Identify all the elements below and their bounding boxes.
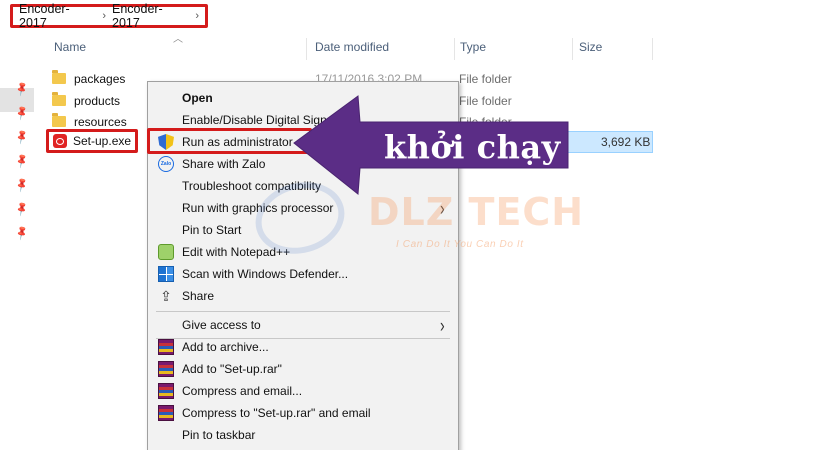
run-as-admin-highlight [147,128,312,154]
navigation-pane: 📌 📌 📌 📌 📌 📌 📌 [0,36,34,450]
file-row-setup-exe[interactable]: Set-up.exe [46,129,138,153]
menu-item-label: Enable/Disable Digital Sign [182,113,327,127]
folder-icon [52,113,66,127]
menu-item-label: Pin to taskbar [182,428,256,442]
menu-item-label: Compress and email... [182,384,303,398]
file-size: 3,692 KB [601,135,651,149]
winrar-icon [158,405,174,421]
file-name: resources [74,114,127,129]
column-header-type[interactable]: Type [460,40,486,60]
file-row[interactable]: products [52,90,120,111]
menu-item-share[interactable]: ⇪ Share [148,285,458,307]
file-type: File folder [459,94,512,108]
breadcrumb-item[interactable]: Encoder-2017 [19,2,96,30]
watermark-brand: DLZ TECH [368,190,585,234]
menu-item-windows-defender[interactable]: Scan with Windows Defender... [148,263,458,285]
menu-item-add-archive[interactable]: Add to archive... [148,336,458,358]
pin-icon[interactable]: 📌 [14,201,31,217]
chevron-right-icon: › [102,10,106,22]
winrar-icon [158,339,174,355]
share-icon: ⇪ [160,287,172,304]
breadcrumb: Encoder-2017 › Encoder-2017 › [10,2,208,30]
notepad-plus-plus-icon [158,244,174,260]
file-type: File folder [459,72,512,86]
file-name: products [74,93,121,108]
menu-item-pin-taskbar[interactable]: Pin to taskbar [148,424,458,446]
menu-item-compress-rar-email[interactable]: Compress to "Set-up.rar" and email [148,402,458,424]
folder-icon [52,70,66,84]
menu-item-label: Give access to [182,318,261,332]
file-name: Set-up.exe [73,134,132,148]
pin-icon[interactable]: 📌 [14,225,31,241]
column-divider[interactable] [652,38,653,60]
chevron-right-icon[interactable]: › [195,10,199,22]
sort-up-icon: ︿ [173,34,183,45]
menu-item-compress-email[interactable]: Compress and email... [148,380,458,402]
menu-item-label: Share [182,289,215,303]
folder-icon [52,92,66,106]
menu-item-label: Share with Zalo [182,157,266,171]
pin-icon[interactable]: 📌 [14,153,31,169]
file-type: File folder [459,115,512,129]
menu-item-add-to-rar[interactable]: Add to "Set-up.rar" [148,358,458,380]
menu-item-label: Scan with Windows Defender... [182,267,349,281]
menu-item-label: Add to archive... [182,340,269,354]
menu-item-label: Add to "Set-up.rar" [182,362,282,376]
menu-separator [156,311,450,312]
file-name: packages [74,71,126,86]
zalo-icon: Zalo [158,156,174,172]
column-divider[interactable] [306,38,307,60]
submenu-arrow-icon: › [440,313,445,337]
menu-item-give-access[interactable]: Give access to › [148,314,458,336]
menu-item-open[interactable]: Open [148,87,458,109]
winrar-icon [158,361,174,377]
windows-defender-icon [158,266,174,282]
breadcrumb-item[interactable]: Encoder-2017 [112,2,189,30]
column-header-size[interactable]: Size [579,40,602,60]
application-icon [53,134,67,148]
column-divider[interactable] [454,38,455,60]
pin-icon[interactable]: 📌 [14,177,31,193]
column-header-name[interactable]: Name [54,40,86,60]
menu-item-label: Compress to "Set-up.rar" and email [182,406,371,420]
pin-icon[interactable]: 📌 [14,129,31,145]
file-row[interactable]: packages [52,68,125,89]
annotation-label: khởi chạy [384,128,561,166]
column-header-date[interactable]: Date modified [315,40,389,60]
winrar-icon [158,383,174,399]
menu-item-label: Pin to Start [182,223,242,237]
column-divider[interactable] [572,38,573,60]
menu-item-label: Open [182,91,213,105]
watermark-slogan: I Can Do It You Can Do It [396,239,524,250]
